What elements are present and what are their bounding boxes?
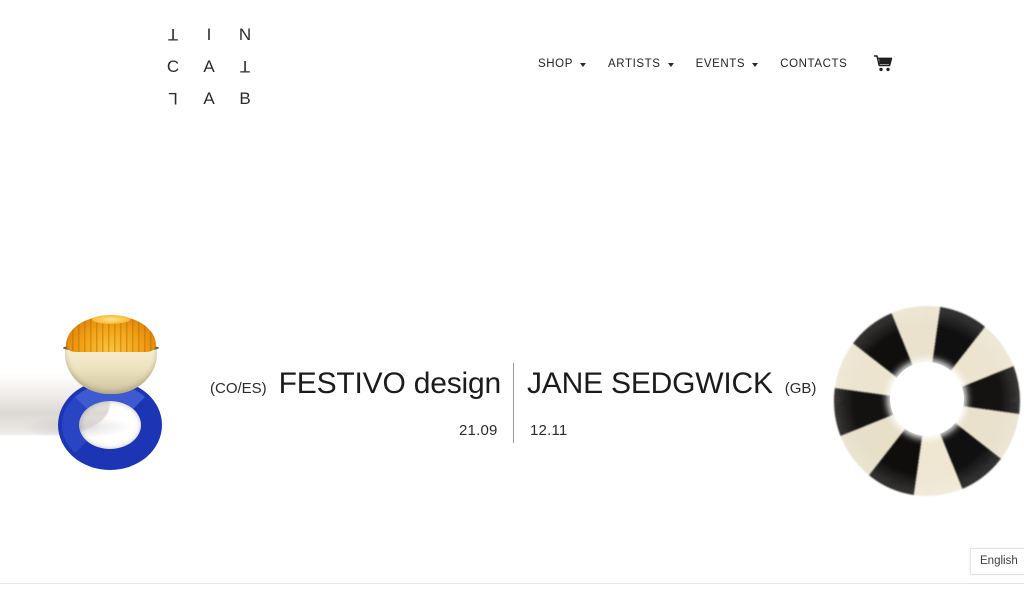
chevron-down-icon [580, 63, 586, 67]
nav-item-label: EVENTS [695, 58, 746, 70]
hero-text-block: (CO/ES) FESTIVO design JANE SEDGWICK (GB… [0, 130, 1024, 550]
nav-item-label: ARTISTS [608, 58, 661, 70]
nav-item-artists[interactable]: ARTISTS [608, 57, 674, 71]
logo-letter: N [238, 24, 252, 44]
event-name-left: FESTIVO design [278, 367, 501, 400]
logo-row-1: T I N [163, 18, 255, 50]
logo-letter: A [203, 56, 215, 76]
event-country-left: (CO/ES) [210, 380, 267, 397]
language-switcher[interactable]: English [970, 548, 1024, 575]
nav-item-label: CONTACTS [780, 58, 848, 70]
nav-item-label: SHOP [538, 58, 573, 70]
logo-letter: I [206, 24, 212, 44]
logo-letter: B [239, 88, 251, 108]
logo-row-3: L A B [163, 82, 255, 114]
logo-letter: T [239, 56, 251, 76]
logo-letter: T [167, 24, 179, 44]
chevron-down-icon [667, 63, 674, 67]
hero-event-right[interactable]: JANE SEDGWICK (GB) [527, 367, 816, 401]
logo-letter: C [166, 56, 180, 76]
event-name-right: JANE SEDGWICK [527, 367, 773, 400]
hero-event-left[interactable]: (CO/ES) FESTIVO design [210, 367, 501, 401]
chevron-down-icon [752, 63, 759, 67]
logo-letter: A [203, 88, 215, 108]
main-navigation: SHOP ARTISTS EVENTS CONTACTS [538, 55, 893, 73]
event-country-right: (GB) [784, 380, 817, 397]
nav-item-contacts[interactable]: CONTACTS [780, 57, 847, 71]
hero-section: (CO/ES) FESTIVO design JANE SEDGWICK (GB… [0, 130, 1024, 550]
footer-divider [0, 583, 1024, 584]
hero-divider [513, 363, 514, 443]
logo-row-2: C A T [163, 50, 255, 82]
event-date-right: 12.11 [530, 422, 568, 439]
site-header: T I N C A T L A B SHOP ARTISTS EVENTS CO… [0, 0, 1024, 130]
site-logo[interactable]: T I N C A T L A B [163, 18, 255, 114]
shopping-cart-glyph [874, 55, 893, 72]
nav-item-events[interactable]: EVENTS [696, 57, 759, 71]
nav-item-shop[interactable]: SHOP [538, 57, 586, 71]
logo-letter: L [168, 88, 178, 108]
event-date-left: 21.09 [459, 422, 498, 439]
shopping-cart-icon[interactable] [873, 55, 893, 73]
